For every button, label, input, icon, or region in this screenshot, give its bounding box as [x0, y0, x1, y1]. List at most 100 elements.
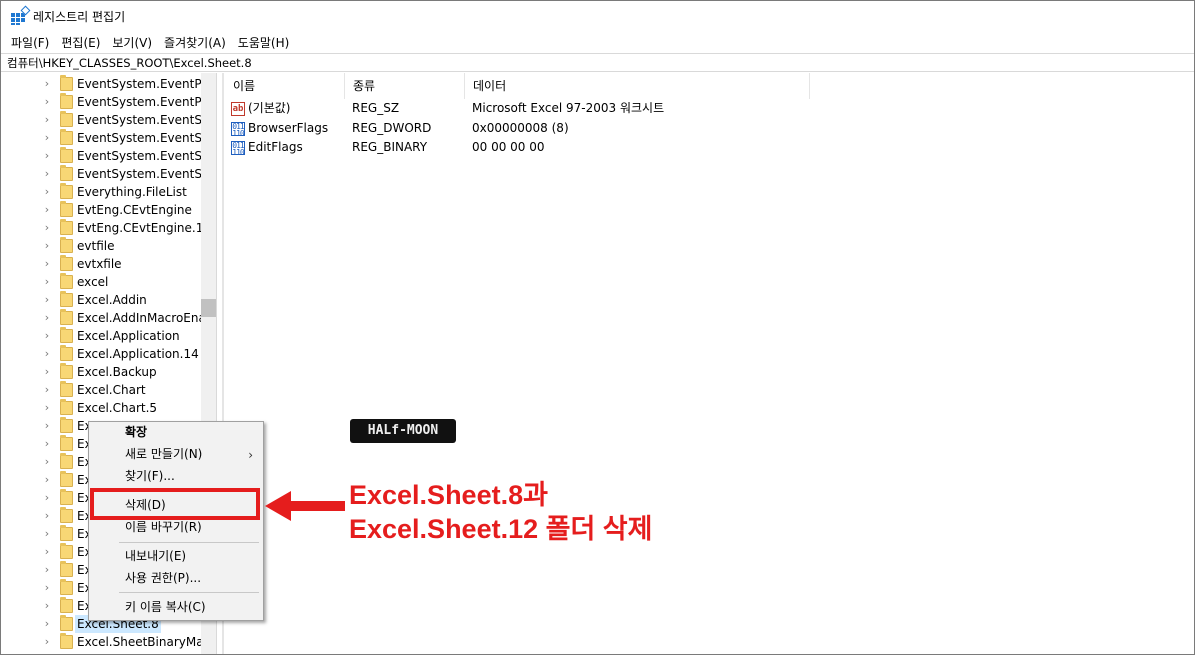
tree-item[interactable]: › Excel.Chart.5: [1, 399, 216, 417]
tree-item[interactable]: › Everything.FileList: [1, 183, 216, 201]
tree-item-label: EvtEng.CEvtEngine.1: [77, 221, 204, 235]
submenu-arrow-icon: ›: [248, 448, 253, 462]
folder-icon: [60, 255, 73, 271]
tree-item-label: EventSystem.EventSyst: [77, 167, 217, 181]
tree-item-label: EvtEng.CEvtEngine: [77, 203, 192, 217]
chevron-right-icon[interactable]: ›: [42, 615, 52, 633]
folder-icon: [60, 75, 73, 91]
tree-item[interactable]: › EventSystem.EventSubs: [1, 111, 216, 129]
chevron-right-icon[interactable]: ›: [42, 93, 52, 111]
folder-icon: [60, 399, 73, 415]
chevron-right-icon[interactable]: ›: [42, 597, 52, 615]
tree-item[interactable]: › Excel.AddInMacroEnab: [1, 309, 216, 327]
chevron-right-icon[interactable]: ›: [42, 363, 52, 381]
tree-item-label: Excel.Application: [77, 329, 180, 343]
folder-icon: [60, 147, 73, 163]
tree-item[interactable]: › Excel.Chart: [1, 381, 216, 399]
chevron-right-icon[interactable]: ›: [42, 453, 52, 471]
menu-favorites[interactable]: 즐겨찾기(A): [158, 34, 232, 51]
cm-permissions[interactable]: 사용 권한(P)...: [125, 568, 201, 588]
cm-expand[interactable]: 확장: [125, 422, 147, 442]
context-menu: 확장 새로 만들기(N) › 찾기(F)... 삭제(D) 이름 바꾸기(R) …: [88, 421, 264, 621]
folder-icon: [60, 129, 73, 145]
value-name[interactable]: (기본값): [248, 99, 290, 118]
tree-item[interactable]: › Excel.Application: [1, 327, 216, 345]
chevron-right-icon[interactable]: ›: [42, 471, 52, 489]
annotation-line-2: Excel.Sheet.12 폴더 삭제: [349, 514, 653, 544]
column-data[interactable]: 데이터: [465, 73, 810, 99]
tree-item[interactable]: › evtxfile: [1, 255, 216, 273]
tree-scroll-thumb[interactable]: [201, 299, 216, 317]
tree-item[interactable]: › EvtEng.CEvtEngine: [1, 201, 216, 219]
tree-item-label: Excel.Application.14: [77, 347, 199, 361]
chevron-right-icon[interactable]: ›: [42, 633, 52, 651]
folder-icon: [60, 219, 73, 235]
value-name[interactable]: EditFlags: [248, 138, 303, 157]
menu-file[interactable]: 파일(F): [5, 34, 55, 51]
tree-item[interactable]: › Excel.Backup: [1, 363, 216, 381]
tree-item-label: Excel.Chart.5: [77, 401, 158, 415]
chevron-right-icon[interactable]: ›: [42, 201, 52, 219]
chevron-right-icon[interactable]: ›: [42, 255, 52, 273]
cm-rename[interactable]: 이름 바꾸기(R): [125, 517, 202, 537]
chevron-right-icon[interactable]: ›: [42, 507, 52, 525]
chevron-right-icon[interactable]: ›: [42, 237, 52, 255]
tree-item-label: Excel.AddInMacroEnab: [77, 311, 214, 325]
cm-find[interactable]: 찾기(F)...: [125, 466, 175, 486]
menu-view[interactable]: 보기(V): [106, 34, 158, 51]
chevron-right-icon[interactable]: ›: [42, 561, 52, 579]
chevron-right-icon[interactable]: ›: [42, 543, 52, 561]
tree-item[interactable]: › excel: [1, 273, 216, 291]
chevron-right-icon[interactable]: ›: [42, 345, 52, 363]
folder-icon: [60, 561, 73, 577]
chevron-right-icon[interactable]: ›: [42, 489, 52, 507]
tree-item[interactable]: › EvtEng.CEvtEngine.1: [1, 219, 216, 237]
chevron-right-icon[interactable]: ›: [42, 111, 52, 129]
chevron-right-icon[interactable]: ›: [42, 129, 52, 147]
tree-item[interactable]: › EventSystem.EventSyst: [1, 165, 217, 183]
cm-copy-key-name[interactable]: 키 이름 복사(C): [125, 597, 206, 617]
chevron-right-icon[interactable]: ›: [42, 75, 52, 93]
cm-separator: [119, 592, 259, 593]
registry-editor-icon: [11, 5, 31, 25]
chevron-right-icon[interactable]: ›: [42, 381, 52, 399]
tree-item-label: Everything.FileList: [77, 185, 187, 199]
column-name[interactable]: 이름: [225, 73, 345, 99]
chevron-right-icon[interactable]: ›: [42, 417, 52, 435]
tree-item[interactable]: › EventSystem.EventSyst: [1, 147, 216, 165]
chevron-right-icon[interactable]: ›: [42, 327, 52, 345]
value-name[interactable]: BrowserFlags: [248, 119, 328, 138]
tree-item[interactable]: › EventSystem.EventPubl: [1, 75, 217, 93]
address-bar[interactable]: 컴퓨터\HKEY_CLASSES_ROOT\Excel.Sheet.8: [1, 53, 1194, 72]
menu-help[interactable]: 도움말(H): [232, 34, 296, 51]
cm-new[interactable]: 새로 만들기(N): [125, 444, 202, 464]
tree-item[interactable]: › Excel.SheetBinaryMacro: [1, 633, 216, 651]
chevron-right-icon[interactable]: ›: [42, 399, 52, 417]
chevron-right-icon[interactable]: ›: [42, 291, 52, 309]
tree-item-label: EventSystem.EventPubl: [77, 77, 217, 91]
chevron-right-icon[interactable]: ›: [42, 273, 52, 291]
folder-icon: [60, 615, 73, 631]
tree-item-label: Excel.Addin: [77, 293, 147, 307]
folder-icon: [60, 93, 73, 109]
tree-item[interactable]: › EventSystem.EventSubs: [1, 129, 216, 147]
chevron-right-icon[interactable]: ›: [42, 147, 52, 165]
tree-item[interactable]: › Excel.Application.14: [1, 345, 216, 363]
chevron-right-icon[interactable]: ›: [42, 309, 52, 327]
value-list: 이름 종류 데이터 ab (기본값) REG_SZ Microsoft Exce…: [225, 73, 1194, 654]
menu-edit[interactable]: 편집(E): [55, 34, 106, 51]
chevron-right-icon[interactable]: ›: [42, 165, 52, 183]
column-type[interactable]: 종류: [345, 73, 465, 99]
chevron-right-icon[interactable]: ›: [42, 219, 52, 237]
tree-item[interactable]: › EventSystem.EventPubl: [1, 93, 216, 111]
chevron-right-icon[interactable]: ›: [42, 579, 52, 597]
cm-export[interactable]: 내보내기(E): [125, 546, 186, 566]
tree-item[interactable]: › evtfile: [1, 237, 216, 255]
chevron-right-icon[interactable]: ›: [42, 435, 52, 453]
folder-icon: [60, 327, 73, 343]
chevron-right-icon[interactable]: ›: [42, 525, 52, 543]
tree-item-label: evtfile: [77, 239, 115, 253]
chevron-right-icon[interactable]: ›: [42, 183, 52, 201]
tree-item[interactable]: › Excel.Addin: [1, 291, 216, 309]
folder-icon: [60, 525, 73, 541]
